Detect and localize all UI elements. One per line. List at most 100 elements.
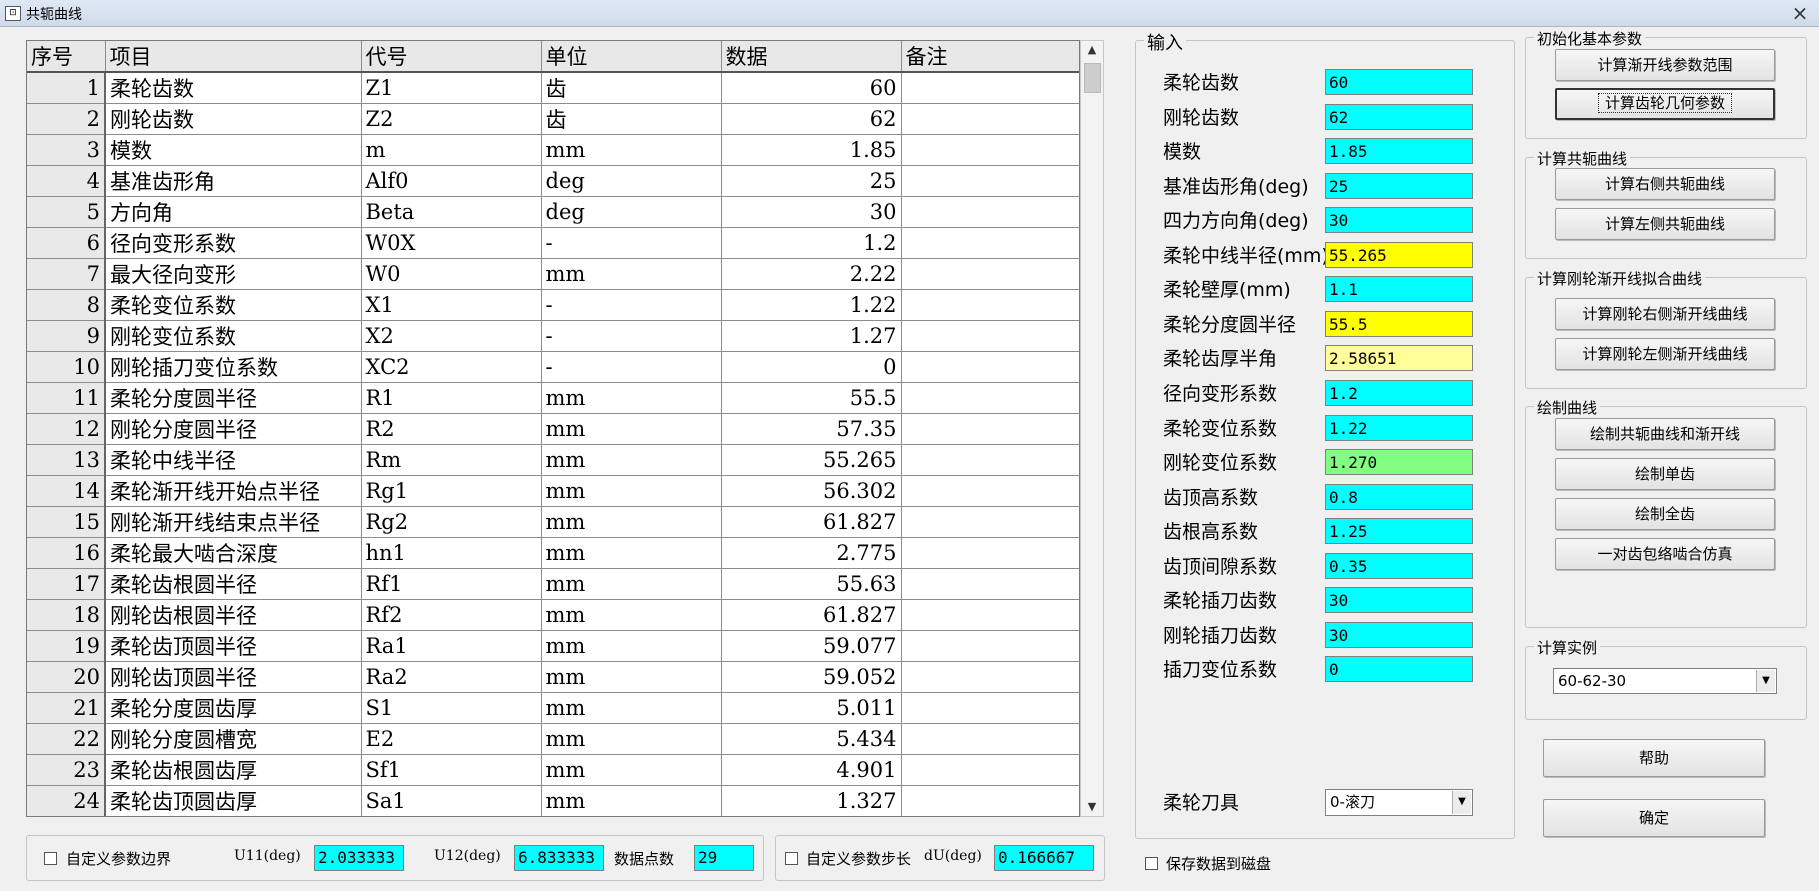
tool-select[interactable]: 0-滚刀 ▼ [1325, 789, 1473, 816]
table-row[interactable]: 9 刚轮变位系数 X2-1.27 [27, 320, 1079, 352]
table-row[interactable]: 20 刚轮齿顶圆半径 Ra2 mm 59.052 [27, 661, 1079, 693]
col-header-index[interactable]: 序号 [27, 41, 106, 73]
table-row[interactable]: 24 柔轮齿顶圆齿厚 Sa1 mm 1.327 [27, 785, 1079, 816]
table-row[interactable]: 18 刚轮齿根圆半径 Rf2 mm 61.827 [27, 599, 1079, 631]
row-note[interactable] [901, 134, 1079, 166]
calc-rigid-left-involute-button[interactable]: 计算刚轮左侧渐开线曲线 [1555, 338, 1775, 370]
row-note[interactable] [901, 785, 1079, 816]
input-field[interactable]: 1.85 [1325, 138, 1473, 164]
row-item[interactable]: 刚轮分度圆半径 [105, 413, 362, 445]
row-value[interactable]: 1.27 [721, 320, 902, 352]
row-unit[interactable]: mm [541, 630, 722, 662]
row-value[interactable]: 61.827 [721, 599, 902, 631]
row-unit[interactable]: 齿 [541, 72, 722, 104]
col-header-item[interactable]: 项目 [105, 41, 362, 73]
row-value[interactable]: 61.827 [721, 506, 902, 538]
row-unit[interactable]: mm [541, 475, 722, 507]
row-value[interactable]: 57.35 [721, 413, 902, 445]
row-value[interactable]: 2.775 [721, 537, 902, 569]
input-field[interactable]: 1.2 [1325, 380, 1473, 406]
row-item[interactable]: 最大径向变形 [105, 258, 362, 290]
row-unit[interactable]: mm [541, 258, 722, 290]
col-header-data[interactable]: 数据 [721, 41, 902, 73]
row-item[interactable]: 柔轮分度圆半径 [105, 382, 362, 414]
row-value[interactable]: 1.2 [721, 227, 902, 259]
row-value[interactable]: 2.22 [721, 258, 902, 290]
row-item[interactable]: 基准齿形角 [105, 165, 362, 197]
input-field[interactable]: 30 [1325, 622, 1473, 648]
row-value[interactable]: 1.85 [721, 134, 902, 166]
draw-all-teeth-button[interactable]: 绘制全齿 [1555, 498, 1775, 530]
row-code[interactable]: R2 [361, 413, 542, 445]
row-item[interactable]: 柔轮齿根圆齿厚 [105, 754, 362, 786]
row-unit[interactable]: mm [541, 382, 722, 414]
table-row[interactable]: 14 柔轮渐开线开始点半径 Rg1 mm 56.302 [27, 475, 1079, 507]
row-note[interactable] [901, 661, 1079, 693]
row-item[interactable]: 刚轮齿根圆槽宽 [105, 817, 361, 818]
row-note[interactable] [901, 382, 1079, 414]
row-code[interactable]: Rg1 [361, 475, 542, 507]
row-code[interactable]: Ra2 [361, 661, 542, 693]
row-value[interactable]: 0.674 [721, 817, 901, 818]
col-header-code[interactable]: 代号 [361, 41, 542, 73]
row-unit[interactable]: mm [541, 444, 722, 476]
row-value[interactable]: 60 [721, 72, 902, 104]
grid-scrollbar[interactable]: ▲ ▼ [1080, 40, 1104, 817]
row-item[interactable]: 刚轮齿数 [105, 103, 362, 135]
input-field[interactable]: 30 [1325, 587, 1473, 613]
calc-gear-geometry-button[interactable]: 计算齿轮几何参数 [1555, 88, 1775, 120]
row-code[interactable]: Sf1 [361, 754, 542, 786]
row-code[interactable]: Alf0 [361, 165, 542, 197]
row-value[interactable]: 62 [721, 103, 902, 135]
row-unit[interactable]: - [541, 320, 722, 352]
row-value[interactable]: 59.052 [721, 661, 902, 693]
row-value[interactable]: 1.22 [721, 289, 902, 321]
table-row[interactable]: 22 刚轮分度圆槽宽 E2 mm 5.434 [27, 723, 1079, 755]
row-value[interactable]: 1.327 [721, 785, 902, 816]
table-row[interactable]: 13 柔轮中线半径 Rm mm 55.265 [27, 444, 1079, 476]
row-note[interactable] [901, 537, 1079, 569]
row-unit[interactable]: mm [541, 568, 722, 600]
row-unit[interactable]: mm [541, 134, 722, 166]
input-field[interactable]: 25 [1325, 173, 1473, 199]
row-item[interactable]: 方向角 [105, 196, 362, 228]
input-field[interactable]: 1.25 [1325, 518, 1473, 544]
row-item[interactable]: 柔轮中线半径 [105, 444, 362, 476]
table-row[interactable]: 8 柔轮变位系数 X1-1.22 [27, 289, 1079, 321]
row-item[interactable]: 柔轮渐开线开始点半径 [105, 475, 362, 507]
table-row[interactable]: 11 柔轮分度圆半径 R1 mm 55.5 [27, 382, 1079, 414]
row-code[interactable]: Rm [361, 444, 542, 476]
table-row[interactable]: 6 径向变形系数 W0X -1.2 [27, 227, 1079, 259]
row-code[interactable]: Sa1 [361, 785, 542, 816]
du-input[interactable]: 0.166667 [994, 845, 1094, 871]
chevron-down-icon[interactable]: ▼ [1756, 670, 1775, 692]
row-unit[interactable]: mm [541, 661, 722, 693]
row-code[interactable]: Ef2 [361, 817, 541, 818]
scroll-up-icon[interactable]: ▲ [1081, 41, 1103, 59]
row-note[interactable] [901, 320, 1079, 352]
table-row[interactable]: 23 柔轮齿根圆齿厚 Sf1 mm 4.901 [27, 754, 1079, 786]
row-note[interactable] [901, 289, 1079, 321]
row-value[interactable]: 25 [721, 165, 902, 197]
table-row[interactable]: 12 刚轮分度圆半径 R2 mm 57.35 [27, 413, 1079, 445]
help-button[interactable]: 帮助 [1543, 739, 1765, 777]
row-note[interactable] [901, 413, 1079, 445]
row-item[interactable]: 柔轮分度圆齿厚 [105, 692, 362, 724]
close-icon[interactable]: × [1787, 0, 1813, 26]
calc-rigid-right-involute-button[interactable]: 计算刚轮右侧渐开线曲线 [1555, 298, 1775, 330]
custom-bounds-checkbox[interactable] [44, 852, 57, 865]
points-input[interactable]: 29 [694, 845, 754, 871]
row-code[interactable]: X2 [361, 320, 542, 352]
row-code[interactable]: Rf1 [361, 568, 542, 600]
input-field[interactable]: 1.1 [1325, 276, 1473, 302]
row-item[interactable]: 柔轮变位系数 [105, 289, 362, 321]
calc-left-conj-button[interactable]: 计算左侧共轭曲线 [1555, 208, 1775, 240]
row-note[interactable] [901, 817, 1079, 818]
row-note[interactable] [901, 196, 1079, 228]
row-unit[interactable]: deg [541, 196, 722, 228]
row-unit[interactable]: mm [541, 537, 722, 569]
row-item[interactable]: 模数 [105, 134, 362, 166]
table-row[interactable]: 17 柔轮齿根圆半径 Rf1 mm 55.63 [27, 568, 1079, 600]
table-row[interactable]: 3 模数 m mm 1.85 [27, 134, 1079, 166]
row-note[interactable] [901, 444, 1079, 476]
